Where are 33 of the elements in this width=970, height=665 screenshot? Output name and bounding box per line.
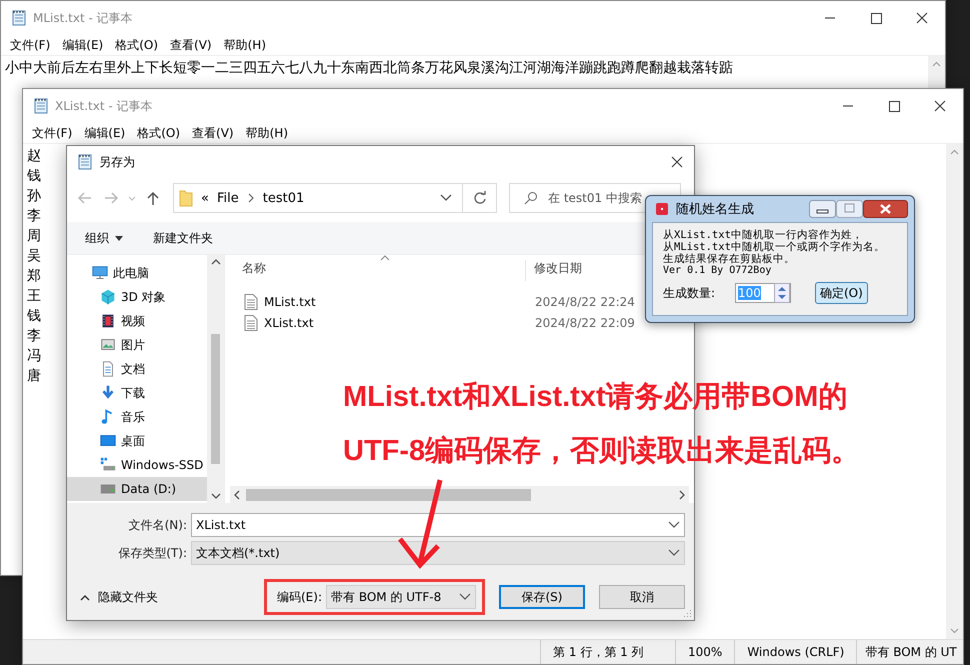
window-title: MList.txt - 记事本 <box>33 10 134 26</box>
text-line: 李 <box>27 327 41 346</box>
info-text: 生成结果保存在剪贴板中。 <box>663 253 796 265</box>
table-cell: 2024/8/22 22:24 <box>535 294 635 308</box>
field-label: 文件名(N): <box>128 516 188 534</box>
status-cell: 带有 BOM 的 UT <box>856 640 963 664</box>
info-text: Ver 0.1 By O772Boy <box>663 265 772 277</box>
info-text: 从MList.txt中随机取一个或两个字作为名。 <box>663 241 886 253</box>
text-line: 李 <box>27 207 41 226</box>
text-line: 周 <box>27 227 41 246</box>
text-line: 钱 <box>27 167 41 186</box>
text-line: 冯 <box>27 347 41 366</box>
dialog-title: 另存为 <box>99 154 136 170</box>
status-cell: 第 1 行，第 1 列 <box>540 640 675 664</box>
info-text: 从XList.txt中随机取一行内容作为姓， <box>663 229 864 241</box>
window-title: XList.txt - 记事本 <box>55 98 154 114</box>
status-cell: 100% <box>675 640 734 664</box>
field-label: 生成数量: <box>663 284 716 302</box>
text-line: 吴 <box>27 247 41 266</box>
status-cell: Windows (CRLF) <box>734 640 856 664</box>
text-line: 孙 <box>27 187 41 206</box>
file-name: MList.txt <box>264 294 316 308</box>
text-line: 赵 <box>27 147 41 166</box>
text-line: 小中大前后左右里外上下长短零一二三四五六七八九十东南西北筒条万花风泉溪沟江河湖海洋蹦跳跑蹲爬翻越栽落转踮 <box>5 59 733 78</box>
table-cell: 2024/8/22 22:09 <box>535 316 635 330</box>
text-line: 王 <box>27 287 41 306</box>
file-name: XList.txt <box>264 316 314 330</box>
text-line: 钱 <box>27 307 41 326</box>
text-line: 郑 <box>27 267 41 286</box>
field-label: 保存类型(T): <box>117 544 188 562</box>
field-label: 编码(E): <box>277 588 322 606</box>
breadcrumb-separator: « <box>201 190 209 206</box>
text-line: 唐 <box>27 367 41 386</box>
